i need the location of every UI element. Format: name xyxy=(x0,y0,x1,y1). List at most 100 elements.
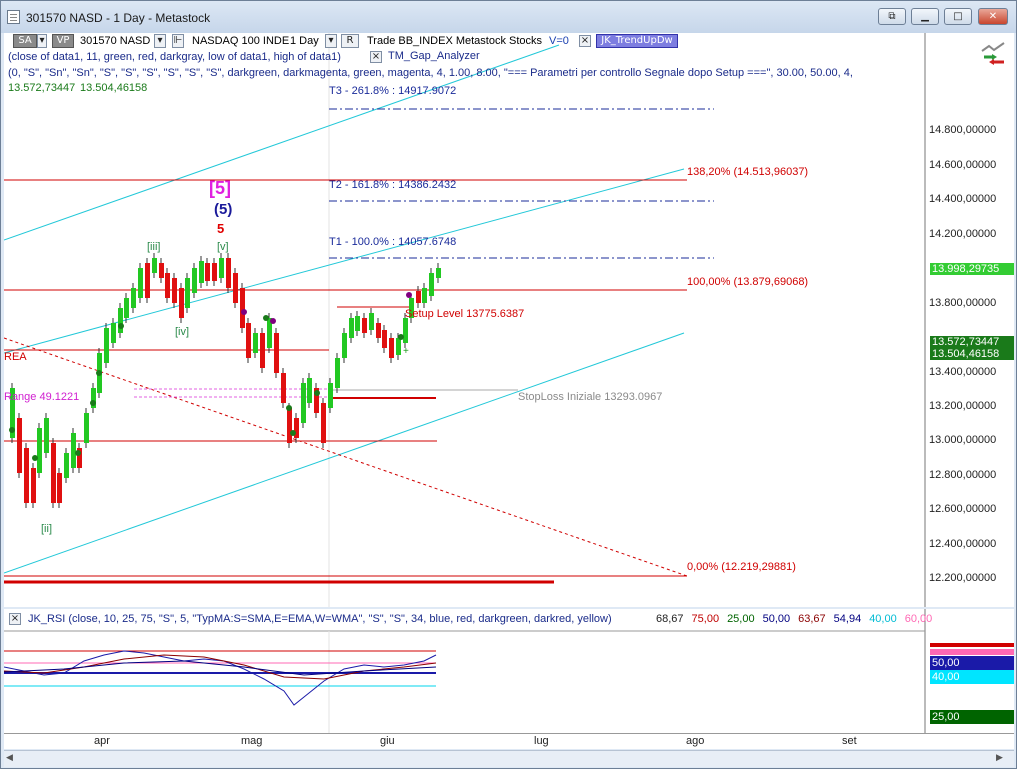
candle-body xyxy=(342,333,347,358)
wave-iv: [iv] xyxy=(175,326,190,338)
rsi-panel: × JK_RSI (close, 10, 25, 75, "S", 5, "Ty… xyxy=(4,609,1014,733)
params-value-b: 13.504,46158 xyxy=(80,82,148,94)
candle-body xyxy=(240,288,245,328)
signal-dot xyxy=(270,318,276,324)
scroll-left-icon[interactable]: ◀ xyxy=(6,753,18,765)
candle-body xyxy=(104,328,109,363)
candle-body xyxy=(335,358,340,388)
stoploss-label: StopLoss Iniziale 13293.0967 xyxy=(518,391,663,403)
candle-body xyxy=(246,323,251,358)
candle-body xyxy=(205,263,210,281)
symbol-label: 301570 NASD xyxy=(80,35,151,47)
signal-dot xyxy=(398,334,404,340)
candle-body xyxy=(389,338,394,358)
y-tick: 13.200,00000 xyxy=(929,400,997,412)
minimize-button[interactable]: ▁ xyxy=(911,8,939,25)
y-tick: 14.200,00000 xyxy=(929,228,997,240)
r-button[interactable]: R xyxy=(341,34,359,48)
signal-dot xyxy=(286,405,292,411)
candle-body xyxy=(185,278,190,308)
rsi-level-60-tag xyxy=(930,649,1014,655)
candle-body xyxy=(138,268,143,298)
price-tag-b: 13.504,46158 xyxy=(930,348,1014,360)
target-t2-label: T2 - 161.8% : 14386.2432 xyxy=(329,179,457,191)
target-t1-label: T1 - 100.0% : 14057.6748 xyxy=(329,236,457,248)
range-label: Range 49.1221 xyxy=(4,391,80,403)
signal-dot xyxy=(241,309,247,315)
candle-body xyxy=(301,383,306,423)
candle-body xyxy=(226,258,231,288)
title-bar: 301570 NASD - 1 Day - Metastock ⧉ ▁ □ ✕ xyxy=(1,1,1016,33)
sa-button[interactable]: SA xyxy=(13,34,37,48)
signal-dot xyxy=(263,315,269,321)
candle-body xyxy=(416,291,421,303)
signal-dot xyxy=(406,292,412,298)
rsi-value: 25,00 xyxy=(727,613,755,625)
scroll-right-icon[interactable]: ▶ xyxy=(996,753,1008,765)
y-tick: 14.600,00000 xyxy=(929,159,997,171)
trend-indicator-tag[interactable]: JK_TrendUpDw xyxy=(596,34,678,48)
plus-marker: + xyxy=(403,346,409,357)
candle-body xyxy=(131,288,136,308)
candle-body xyxy=(362,318,367,333)
candle-body xyxy=(152,258,157,273)
trading-icon[interactable] xyxy=(980,41,1008,65)
y-tick: 13.800,00000 xyxy=(929,297,997,309)
candle-body xyxy=(57,473,62,503)
candle-body xyxy=(253,333,258,353)
symbol-dropdown-icon[interactable]: ▾ xyxy=(154,34,166,48)
rsi-level-40-tag: 40,00 xyxy=(930,670,1014,684)
candle-body xyxy=(219,258,224,278)
rsi-line xyxy=(4,650,437,706)
x-tick: set xyxy=(842,735,857,747)
horizontal-scrollbar[interactable]: ◀ ▶ xyxy=(4,750,1014,767)
x-tick: mag xyxy=(241,735,263,747)
wave-ii: [ii] xyxy=(41,523,52,535)
y-tick: 12.400,00000 xyxy=(929,538,997,550)
candle-body xyxy=(111,323,116,343)
app-window: 301570 NASD - 1 Day - Metastock ⧉ ▁ □ ✕ … xyxy=(0,0,1017,769)
rsi-level-75-tag xyxy=(930,643,1014,647)
y-tick: 12.800,00000 xyxy=(929,469,997,481)
candle-body xyxy=(199,261,204,283)
setup-level-label: Setup Level 13775.6387 xyxy=(405,308,525,320)
close-rsi-icon[interactable]: × xyxy=(9,613,21,625)
y-tick: 13.000,00000 xyxy=(929,434,997,446)
y-tick: 13.400,00000 xyxy=(929,366,997,378)
chart-options-icon[interactable]: ⊩ xyxy=(172,34,184,48)
close-indicator-icon[interactable]: × xyxy=(579,35,591,47)
period-dropdown-icon[interactable]: ▾ xyxy=(325,34,337,48)
rsi-value: 40,00 xyxy=(869,613,897,625)
y-tick: 12.600,00000 xyxy=(929,503,997,515)
candle-body xyxy=(307,378,312,403)
fib-138-label: 138,20% (14.513,96037) xyxy=(687,166,809,178)
candle-body xyxy=(328,383,333,408)
vp-button[interactable]: VP xyxy=(52,34,74,48)
candle-body xyxy=(382,330,387,348)
candle-body xyxy=(355,316,360,331)
close-button[interactable]: ✕ xyxy=(978,8,1008,25)
target-t3-label: T3 - 261.8% : 14917.9072 xyxy=(329,85,457,97)
chart-canvas xyxy=(4,33,926,607)
maximize-button[interactable]: □ xyxy=(944,8,972,25)
params-line1: (close of data1, 11, green, red, darkgra… xyxy=(8,51,341,63)
sa-dropdown-icon[interactable]: ▾ xyxy=(37,34,47,48)
candle-body xyxy=(64,453,69,478)
rsi-value: 75,00 xyxy=(691,613,720,625)
wave-iii: [iii] xyxy=(147,241,161,253)
restore-layout-button[interactable]: ⧉ xyxy=(878,8,906,25)
trade-label: Trade BB_INDEX Metastock Stocks xyxy=(367,35,543,47)
candle-body xyxy=(172,278,177,303)
price-tag-a: 13.572,73447 xyxy=(930,336,1014,348)
signal-dot xyxy=(290,430,296,436)
candle-body xyxy=(51,443,56,503)
x-tick: apr xyxy=(94,735,110,747)
wave-v: [v] xyxy=(217,241,229,253)
downtrend-line xyxy=(4,337,688,577)
wave-5-paren: (5) xyxy=(214,201,233,218)
fib-100-label: 100,00% (13.879,69068) xyxy=(687,276,809,288)
candle-body xyxy=(17,418,22,473)
candle-body xyxy=(287,408,292,443)
close-indicator2-icon[interactable]: × xyxy=(370,51,382,63)
area-label: REA xyxy=(4,351,27,363)
